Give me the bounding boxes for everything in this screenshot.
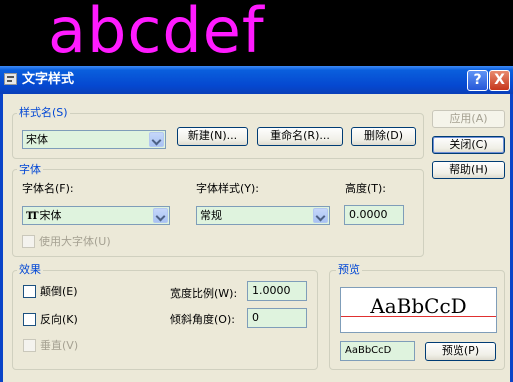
cad-drawing-text: abcdef	[48, 0, 265, 67]
height-label: 高度(T):	[345, 182, 387, 195]
width-factor-label: 宽度比例(W):	[170, 287, 238, 300]
font-name-value: 宋体	[39, 209, 62, 222]
preview-sample-text: AaBbCcD	[370, 294, 467, 318]
effects-group-label: 效果	[17, 263, 43, 276]
apply-button[interactable]: 应用(A)	[432, 110, 505, 128]
rename-style-button[interactable]: 重命名(R)...	[257, 127, 343, 146]
chevron-down-icon[interactable]	[149, 132, 164, 147]
dialog-title: 文字样式	[22, 72, 75, 87]
font-style-select[interactable]: 常规	[196, 206, 330, 225]
chevron-down-icon[interactable]	[153, 208, 168, 223]
font-name-label: 字体名(F):	[22, 182, 74, 195]
preview-text-input[interactable]: AaBbCcD	[340, 341, 415, 361]
height-input[interactable]: 0.0000	[344, 205, 404, 225]
new-style-button[interactable]: 新建(N)...	[177, 127, 248, 146]
preview-group-label: 预览	[336, 263, 362, 276]
help-button[interactable]: 帮助(H)	[432, 161, 505, 179]
oblique-angle-label: 倾斜角度(O):	[170, 313, 235, 326]
vertical-label: 垂直(V)	[40, 339, 79, 352]
upside-down-label: 颠倒(E)	[40, 285, 78, 298]
width-factor-input[interactable]: 1.0000	[247, 281, 307, 301]
preview-canvas: AaBbCcD	[340, 287, 497, 333]
font-style-value: 常规	[200, 209, 222, 222]
chevron-down-icon[interactable]	[313, 208, 328, 223]
close-button[interactable]: 关闭(C)	[432, 136, 505, 154]
oblique-angle-input[interactable]: 0	[247, 308, 307, 328]
truetype-icon: TT	[26, 211, 38, 222]
font-name-select[interactable]: TT 宋体	[22, 206, 170, 225]
close-title-button[interactable]: X	[489, 70, 510, 91]
style-name-group-label: 样式名(S)	[17, 106, 70, 119]
vertical-checkbox[interactable]	[23, 339, 36, 352]
delete-style-button[interactable]: 删除(D)	[351, 127, 416, 146]
preview-button[interactable]: 预览(P)	[425, 342, 496, 361]
backwards-checkbox[interactable]	[23, 313, 36, 326]
font-style-label: 字体样式(Y):	[196, 182, 260, 195]
backwards-label: 反向(K)	[40, 313, 78, 326]
font-group-label: 字体	[17, 163, 43, 176]
use-bigfont-label: 使用大字体(U)	[39, 235, 111, 248]
text-style-app-icon	[4, 73, 17, 85]
style-name-select[interactable]: 宋体	[22, 130, 166, 149]
dialog-titlebar[interactable]	[0, 66, 513, 94]
style-name-value: 宋体	[26, 133, 48, 146]
use-bigfont-checkbox[interactable]	[22, 235, 35, 248]
help-title-button[interactable]: ?	[467, 70, 488, 91]
upside-down-checkbox[interactable]	[23, 285, 36, 298]
